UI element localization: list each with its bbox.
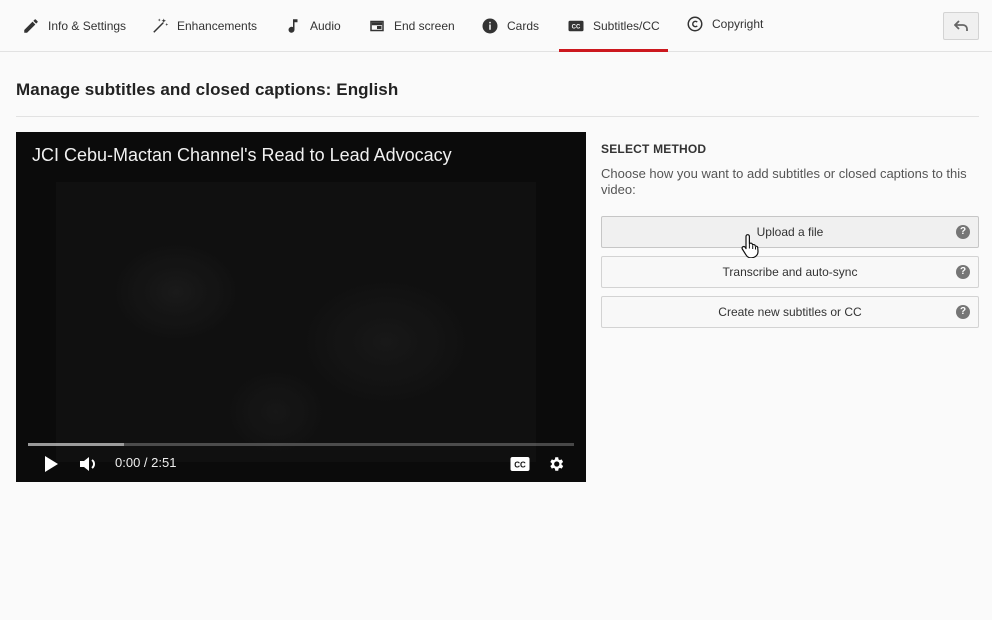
tab-label: End screen <box>394 18 455 33</box>
tab-label: Copyright <box>712 16 764 31</box>
video-player[interactable]: JCI Cebu-Mactan Channel's Read to Lead A… <box>16 132 586 482</box>
tab-subtitles-cc[interactable]: CC Subtitles/CC <box>559 0 668 52</box>
time-display: 0:00 / 2:51 <box>115 455 177 470</box>
settings-button[interactable] <box>544 452 568 476</box>
play-button[interactable] <box>40 452 62 476</box>
button-label: Create new subtitles or CC <box>718 305 862 319</box>
tab-label: Audio <box>310 18 341 33</box>
end-screen-icon <box>370 20 384 31</box>
upload-file-button[interactable]: Upload a file ? <box>601 216 979 248</box>
cc-icon: CC <box>568 20 584 31</box>
divider <box>16 116 979 117</box>
tab-bar: Info & Settings Enhancements Audio End s… <box>0 0 992 52</box>
info-icon <box>482 18 498 33</box>
help-icon[interactable]: ? <box>956 265 970 279</box>
video-frame <box>56 182 536 462</box>
svg-text:CC: CC <box>514 461 526 470</box>
cc-icon: CC <box>510 457 530 471</box>
help-icon[interactable]: ? <box>956 305 970 319</box>
button-label: Transcribe and auto-sync <box>722 265 858 279</box>
tab-label: Info & Settings <box>48 18 127 33</box>
tab-end-screen[interactable]: End screen <box>368 0 455 51</box>
pencil-icon <box>24 18 38 33</box>
tab-label: Subtitles/CC <box>593 18 660 33</box>
select-method-heading: SELECT METHOD <box>601 142 707 156</box>
back-button[interactable] <box>943 12 979 40</box>
progress-loaded <box>28 443 124 446</box>
tab-copyright[interactable]: Copyright <box>686 0 763 49</box>
tab-label: Cards <box>507 18 540 33</box>
settings-gear-icon <box>550 457 564 471</box>
copyright-icon <box>687 16 703 31</box>
volume-icon <box>80 457 95 471</box>
progress-bar[interactable] <box>28 443 574 446</box>
tab-info-settings[interactable]: Info & Settings <box>22 0 126 51</box>
tab-enhancements[interactable]: Enhancements <box>151 0 257 51</box>
tab-cards[interactable]: Cards <box>481 0 539 51</box>
select-method-description: Choose how you want to add subtitles or … <box>601 166 967 197</box>
button-label: Upload a file <box>756 225 824 239</box>
help-icon[interactable]: ? <box>956 225 970 239</box>
magic-wand-icon <box>153 18 169 33</box>
captions-button[interactable]: CC <box>508 452 532 476</box>
back-arrow-icon <box>954 20 968 31</box>
music-note-icon <box>288 18 298 33</box>
volume-button[interactable] <box>78 452 100 476</box>
tab-audio[interactable]: Audio <box>284 0 341 51</box>
transcribe-auto-sync-button[interactable]: Transcribe and auto-sync ? <box>601 256 979 288</box>
svg-text:CC: CC <box>572 24 581 30</box>
create-new-subtitles-button[interactable]: Create new subtitles or CC ? <box>601 296 979 328</box>
play-icon <box>45 456 58 472</box>
video-title[interactable]: JCI Cebu-Mactan Channel's Read to Lead A… <box>32 145 452 166</box>
tab-label: Enhancements <box>177 18 258 33</box>
page-title: Manage subtitles and closed captions: En… <box>16 80 399 99</box>
